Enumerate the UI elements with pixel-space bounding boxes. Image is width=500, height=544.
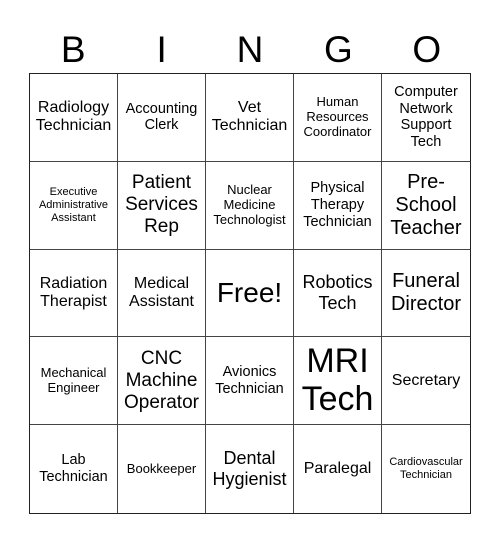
bingo-cell[interactable]: Physical Therapy Technician <box>294 161 382 250</box>
bingo-cell[interactable]: Secretary <box>382 337 470 426</box>
bingo-cell[interactable]: Executive Administrative Assistant <box>30 161 118 250</box>
bingo-cell[interactable]: Nuclear Medicine Technologist <box>206 161 294 250</box>
bingo-cell[interactable]: Avionics Technician <box>206 337 294 426</box>
header-letter-g: G <box>323 29 353 70</box>
bingo-cell[interactable]: Cardiovascular Technician <box>382 425 470 513</box>
bingo-cell[interactable]: Accounting Clerk <box>118 74 206 162</box>
header-letter-i: I <box>156 29 167 70</box>
bingo-cell[interactable]: Radiation Therapist <box>30 249 118 338</box>
bingo-cell[interactable]: Patient Services Rep <box>118 161 206 250</box>
bingo-cell[interactable]: MRI Tech <box>294 337 382 426</box>
header-letter-b: B <box>60 29 86 70</box>
bingo-cell[interactable]: Medical Assistant <box>118 249 206 338</box>
bingo-cell[interactable]: Mechanical Engineer <box>30 337 118 426</box>
bingo-cell[interactable]: Robotics Tech <box>294 249 382 338</box>
bingo-cell[interactable]: Pre-School Teacher <box>382 162 470 250</box>
free-space-cell[interactable]: Free! <box>206 249 294 338</box>
header-letter-n: N <box>236 29 264 70</box>
bingo-cell[interactable]: Human Resources Coordinator <box>294 74 382 162</box>
bingo-cell[interactable]: Paralegal <box>294 425 382 513</box>
bingo-cell[interactable]: Bookkeeper <box>118 425 206 513</box>
bingo-cell[interactable]: CNC Machine Operator <box>118 337 206 426</box>
bingo-cell[interactable]: Funeral Director <box>382 250 470 338</box>
bingo-cell[interactable]: Radiology Technician <box>30 74 118 162</box>
bingo-cell[interactable]: Vet Technician <box>206 74 294 162</box>
bingo-cell[interactable]: Lab Technician <box>30 425 118 513</box>
bingo-grid: Radiology Technician Accounting Clerk Ve… <box>29 73 471 514</box>
bingo-header: B I N G O <box>29 28 471 72</box>
bingo-cell[interactable]: Computer Network Support Tech <box>382 74 470 162</box>
header-letter-o: O <box>412 29 442 70</box>
bingo-cell[interactable]: Dental Hygienist <box>206 425 294 513</box>
